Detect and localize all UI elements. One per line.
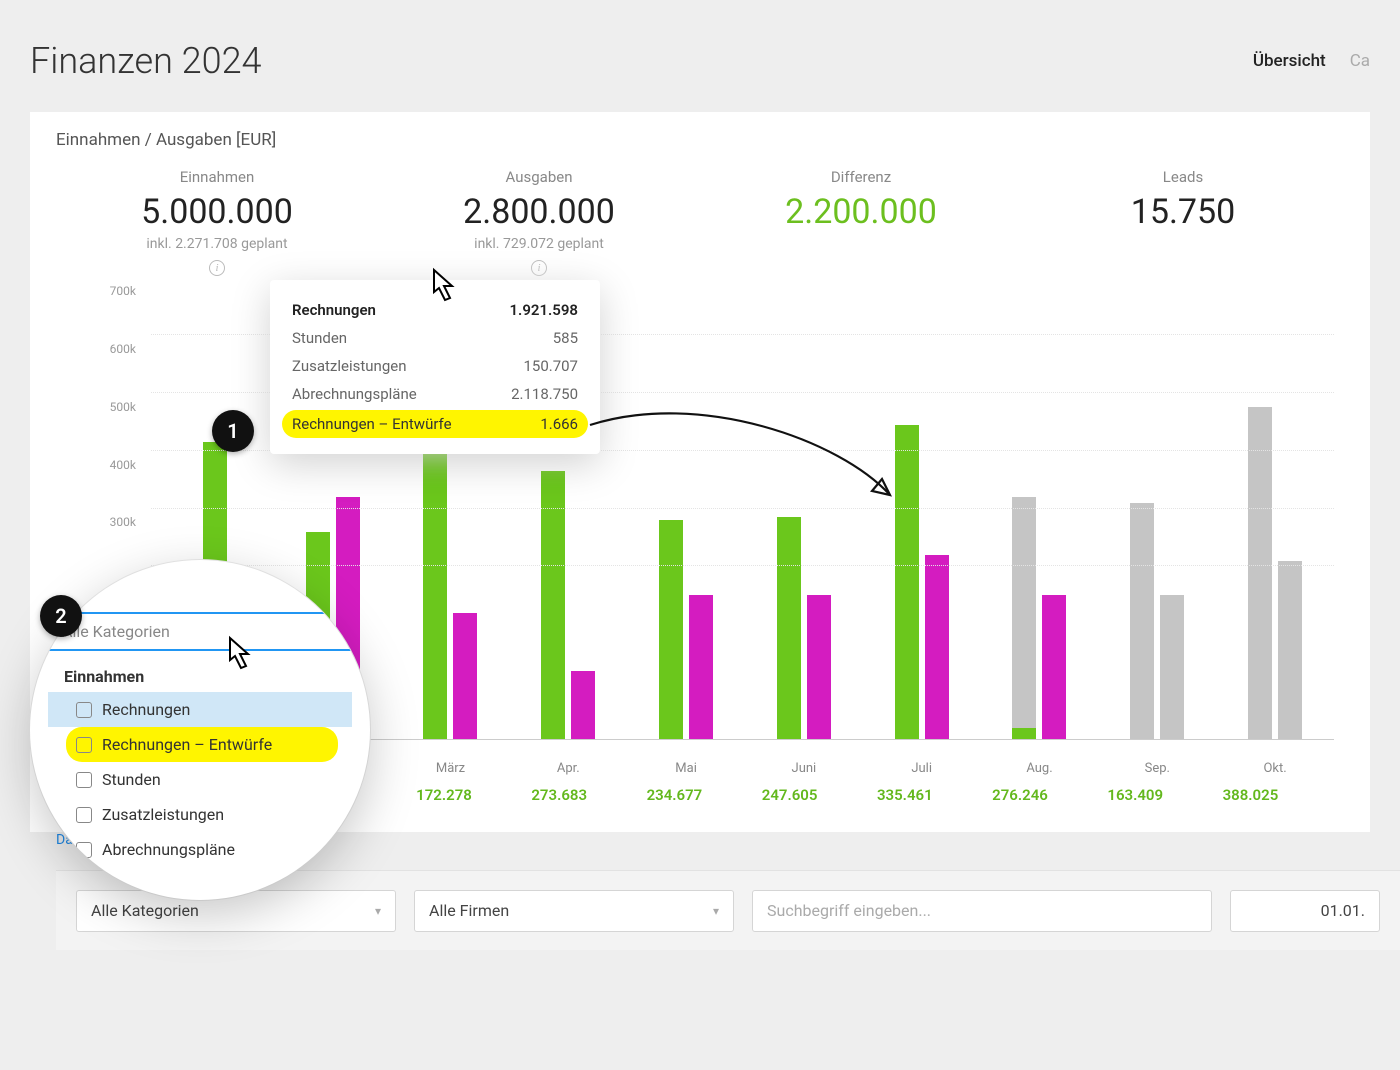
month-delta-value: 335.461 [847, 786, 962, 804]
chart-bar[interactable] [925, 555, 949, 740]
checkbox-icon[interactable] [76, 807, 92, 823]
filter-firms[interactable]: Alle Firmen ▾ [414, 890, 734, 932]
chart-bar[interactable] [1042, 595, 1066, 740]
y-tick: 500k [110, 400, 136, 414]
chart-bar[interactable] [659, 520, 683, 740]
kpi-value: 15.750 [1083, 192, 1283, 232]
chart-bar[interactable] [807, 595, 831, 740]
chart-bar[interactable] [1160, 595, 1184, 740]
kpi-value: 5.000.000 [117, 192, 317, 232]
popover-row-rechnungen: Rechnungen1.921.598 [292, 296, 578, 324]
y-tick: 300k [110, 515, 136, 529]
kpi-label: Differenz [761, 168, 961, 186]
kpi-label: Ausgaben [439, 168, 639, 186]
checkbox-icon[interactable] [76, 842, 92, 858]
chart-month-column[interactable] [863, 306, 981, 740]
date-input[interactable]: 01.01. [1230, 890, 1380, 932]
popover-row-zusatz: Zusatzleistungen150.707 [292, 352, 578, 380]
month-delta-value: 273.683 [502, 786, 617, 804]
x-axis-label: März [392, 761, 510, 776]
month-delta-value: 172.278 [386, 786, 501, 804]
info-icon[interactable]: i [209, 260, 225, 276]
popover-row-abrechnung: Abrechnungspläne2.118.750 [292, 380, 578, 408]
x-axis-label: Aug. [981, 761, 1099, 776]
y-tick: 400k [110, 458, 136, 472]
chart-bar[interactable] [1278, 561, 1302, 740]
chart-bar[interactable] [689, 595, 713, 740]
chart-bar[interactable] [423, 439, 447, 740]
month-delta-value: 276.246 [962, 786, 1077, 804]
chart-bar[interactable] [777, 517, 801, 740]
dropdown-option-stunden[interactable]: Stunden [48, 762, 352, 797]
month-delta-value: 163.409 [1078, 786, 1193, 804]
checkbox-icon[interactable] [76, 772, 92, 788]
search-input[interactable]: Suchbegriff eingeben... [752, 890, 1212, 932]
tab-other[interactable]: Ca [1350, 51, 1370, 71]
callout-badge-2: 2 [40, 595, 82, 637]
checkbox-icon[interactable] [76, 737, 92, 753]
checkbox-icon[interactable] [76, 702, 92, 718]
callout-badge-1: 1 [212, 410, 254, 452]
x-axis-label: Mai [627, 761, 745, 776]
x-axis-label: Apr. [509, 761, 627, 776]
y-tick: 700k [110, 284, 136, 298]
chevron-down-icon: ▾ [375, 904, 381, 918]
chart-month-column[interactable] [981, 306, 1099, 740]
chart-month-column[interactable] [745, 306, 863, 740]
einnahmen-breakdown-popover: Rechnungen1.921.598 Stunden585 Zusatzlei… [270, 280, 600, 454]
x-axis-label: Juli [863, 761, 981, 776]
card-title: Einnahmen / Ausgaben [EUR] [56, 130, 1344, 150]
chart-month-column[interactable] [1098, 306, 1216, 740]
chart-month-column[interactable] [1216, 306, 1334, 740]
kpi-label: Einnahmen [117, 168, 317, 186]
dropdown-option-zusatz[interactable]: Zusatzleistungen [48, 797, 352, 832]
kpi-einnahmen: Einnahmen 5.000.000 inkl. 2.271.708 gepl… [117, 168, 317, 276]
kpi-label: Leads [1083, 168, 1283, 186]
x-axis-label: Juni [745, 761, 863, 776]
page-title: Finanzen 2024 [30, 40, 262, 82]
x-axis-label: Okt. [1216, 761, 1334, 776]
dropdown-group: Einnahmen [48, 661, 352, 692]
kpi-sub: inkl. 729.072 geplant [439, 236, 639, 252]
kpi-value: 2.200.000 [761, 192, 961, 232]
info-icon[interactable]: i [531, 260, 547, 276]
month-delta-value: 388.025 [1193, 786, 1308, 804]
kpi-ausgaben: Ausgaben 2.800.000 inkl. 729.072 geplant… [439, 168, 639, 276]
chevron-down-icon: ▾ [713, 904, 719, 918]
chart-bar[interactable] [1248, 407, 1272, 740]
kpi-differenz: Differenz 2.200.000 [761, 168, 961, 276]
tabs: Übersicht Ca [1253, 51, 1370, 71]
chart-bar[interactable] [541, 471, 565, 740]
dropdown-option-entwuerfe[interactable]: Rechnungen – Entwürfe [66, 727, 338, 762]
dropdown-option-abrechnung[interactable]: Abrechnungspläne [48, 832, 352, 867]
tab-overview[interactable]: Übersicht [1253, 51, 1326, 71]
chart-bar[interactable] [895, 425, 919, 740]
kpi-leads: Leads 15.750 [1083, 168, 1283, 276]
kpi-row: Einnahmen 5.000.000 inkl. 2.271.708 gepl… [56, 168, 1344, 276]
chart-bar[interactable] [453, 613, 477, 740]
x-axis-label: Sep. [1098, 761, 1216, 776]
kpi-sub: inkl. 2.271.708 geplant [117, 236, 317, 252]
chart-month-column[interactable] [627, 306, 745, 740]
kpi-value: 2.800.000 [439, 192, 639, 232]
month-delta-value: 234.677 [617, 786, 732, 804]
dropdown-option-rechnungen[interactable]: Rechnungen [48, 692, 352, 727]
chart-bar[interactable] [1130, 503, 1154, 740]
chart-bar[interactable] [571, 671, 595, 740]
chart-bar[interactable] [1012, 497, 1036, 740]
popover-row-stunden: Stunden585 [292, 324, 578, 352]
y-tick: 600k [110, 342, 136, 356]
month-delta-value: 247.605 [732, 786, 847, 804]
dropdown-selected[interactable]: Alle Kategorien [48, 612, 352, 651]
popover-row-entwuerfe: Rechnungen – Entwürfe1.666 [282, 410, 588, 438]
